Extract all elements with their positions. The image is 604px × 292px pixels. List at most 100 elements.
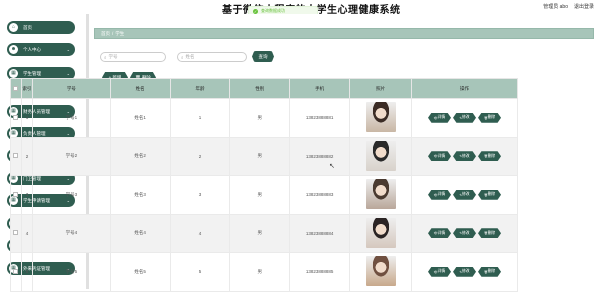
cell-operations: 👁 详情 ✎ 修改 🗑 删除	[411, 98, 518, 138]
cell-name: 姓名1	[109, 98, 171, 138]
table-row: 2 学号2 姓名2 2 男 13823888882 👁 详情 ✎ 修改 🗑 删除	[10, 136, 518, 176]
delete-button-label: 删除	[487, 192, 496, 197]
select-all-cell	[10, 78, 22, 99]
cell-operations: 👁 详情 ✎ 修改 🗑 删除	[411, 213, 518, 253]
detail-button[interactable]: 👁 详情	[428, 189, 452, 200]
delete-button-label: 删除	[487, 115, 496, 120]
sidebar-item-label: 首页	[23, 24, 32, 30]
name-search-input[interactable]: ⌕ 姓名	[177, 52, 247, 62]
delete-button[interactable]: 🗑 删除	[478, 189, 502, 200]
delete-button[interactable]: 🗑 删除	[478, 112, 502, 123]
check-icon: ✓	[253, 8, 258, 14]
student-photo[interactable]	[365, 179, 396, 210]
student-photo[interactable]	[365, 217, 396, 248]
row-checkbox[interactable]	[13, 114, 19, 120]
row-actions: 👁 详情 ✎ 修改 🗑 删除	[412, 228, 517, 239]
logout-link[interactable]: 退出登录	[574, 3, 594, 10]
query-button[interactable]: 查询	[252, 51, 274, 62]
edit-button[interactable]: ✎ 修改	[453, 189, 477, 200]
detail-button[interactable]: 👁 详情	[428, 112, 452, 123]
row-select-cell	[10, 175, 22, 215]
breadcrumb-home[interactable]: 首页	[101, 31, 110, 36]
user-area: 管理员 abo 退出登录	[543, 3, 594, 10]
row-actions: 👁 详情 ✎ 修改 🗑 删除	[412, 189, 517, 200]
detail-button[interactable]: 👁 详情	[428, 266, 452, 277]
header-operations: 操作	[411, 78, 518, 99]
cell-student-id: 学号5	[31, 252, 111, 292]
row-select-cell	[10, 98, 22, 138]
cell-index: 4	[20, 213, 33, 253]
edit-button-label: 修改	[461, 115, 470, 120]
cell-operations: 👁 详情 ✎ 修改 🗑 删除	[411, 175, 518, 215]
row-checkbox[interactable]	[13, 191, 19, 197]
breadcrumb: 首页 / 学生	[94, 28, 594, 39]
select-all-checkbox[interactable]	[13, 85, 19, 91]
home-icon: ⌂	[9, 23, 18, 32]
cell-student-id: 学号1	[31, 98, 111, 138]
cell-phone: 13823888885	[289, 252, 351, 292]
sidebar-item-0[interactable]: ⌂ 首页	[7, 21, 75, 34]
header-student-id: 学号	[31, 78, 111, 99]
cell-age: 5	[169, 252, 231, 292]
student-photo[interactable]	[365, 102, 396, 133]
student-id-placeholder: 学号	[108, 54, 118, 59]
delete-button[interactable]: 🗑 删除	[478, 151, 502, 162]
user-icon: ☻	[9, 45, 18, 54]
header-gender: 性别	[229, 78, 291, 99]
cell-phone: 13823888882	[289, 136, 351, 176]
cell-index: 3	[20, 175, 33, 215]
edit-button-label: 修改	[461, 230, 470, 235]
mouse-cursor-icon: ↖	[329, 163, 335, 170]
breadcrumb-current: 学生	[115, 31, 125, 36]
cell-index: 1	[20, 98, 33, 138]
header-phone: 手机	[289, 78, 351, 99]
detail-button[interactable]: 👁 详情	[428, 151, 452, 162]
cell-gender: 男	[229, 213, 291, 253]
edit-button[interactable]: ✎ 修改	[453, 112, 477, 123]
delete-button-label: 删除	[487, 269, 496, 274]
chevron-down-icon: ⌄	[66, 47, 70, 52]
student-table: 索引 学号 姓名 年龄 性别 手机 照片 操作 1 学号1 姓名1 1 男 1382388…	[10, 78, 518, 292]
row-checkbox[interactable]	[13, 153, 19, 159]
cell-age: 3	[169, 175, 231, 215]
student-photo[interactable]	[365, 140, 396, 171]
table-row: 5 学号5 姓名5 5 男 13823888885 👁 详情 ✎ 修改 🗑 删除	[10, 252, 518, 292]
cell-phone: 13823888883	[289, 175, 351, 215]
cell-gender: 男	[229, 175, 291, 215]
detail-button[interactable]: 👁 详情	[428, 228, 452, 239]
cell-phone: 13823888884	[289, 213, 351, 253]
cell-operations: 👁 详情 ✎ 修改 🗑 删除	[411, 252, 518, 292]
student-photo[interactable]	[365, 256, 396, 287]
name-placeholder: 姓名	[185, 54, 195, 59]
detail-button-label: 详情	[437, 153, 446, 158]
edit-button[interactable]: ✎ 修改	[453, 266, 477, 277]
cell-phone: 13823888881	[289, 98, 351, 138]
cell-gender: 男	[229, 252, 291, 292]
cell-index: 2	[20, 136, 33, 176]
sidebar-item-1[interactable]: ☻ 个人中心 ⌄	[7, 43, 75, 56]
edit-button[interactable]: ✎ 修改	[453, 228, 477, 239]
cell-photo	[349, 252, 413, 292]
student-id-search-input[interactable]: ⌕ 学号	[100, 52, 166, 62]
table-row: 4 学号4 姓名4 4 男 13823888884 👁 详情 ✎ 修改 🗑 删除	[10, 213, 518, 253]
sidebar-item-label: 个人中心	[23, 46, 41, 52]
cell-index: 5	[20, 252, 33, 292]
row-select-cell	[10, 252, 22, 292]
detail-button-label: 详情	[437, 269, 446, 274]
chevron-down-icon: ⌄	[66, 71, 70, 76]
detail-button-label: 详情	[437, 115, 446, 120]
header-name: 姓名	[109, 78, 171, 99]
row-checkbox[interactable]	[13, 268, 19, 274]
cell-name: 姓名3	[109, 175, 171, 215]
cell-age: 2	[169, 136, 231, 176]
row-actions: 👁 详情 ✎ 修改 🗑 删除	[412, 112, 517, 123]
row-checkbox[interactable]	[13, 230, 19, 236]
delete-button-label: 删除	[487, 230, 496, 235]
delete-button[interactable]: 🗑 删除	[478, 266, 502, 277]
edit-button[interactable]: ✎ 修改	[453, 151, 477, 162]
table-row: 3 学号3 姓名3 3 男 13823888883 👁 详情 ✎ 修改 🗑 删除	[10, 175, 518, 215]
delete-button[interactable]: 🗑 删除	[478, 228, 502, 239]
detail-button-label: 详情	[437, 230, 446, 235]
cell-name: 姓名5	[109, 252, 171, 292]
sidebar-item-label: 学生管理	[23, 70, 41, 76]
